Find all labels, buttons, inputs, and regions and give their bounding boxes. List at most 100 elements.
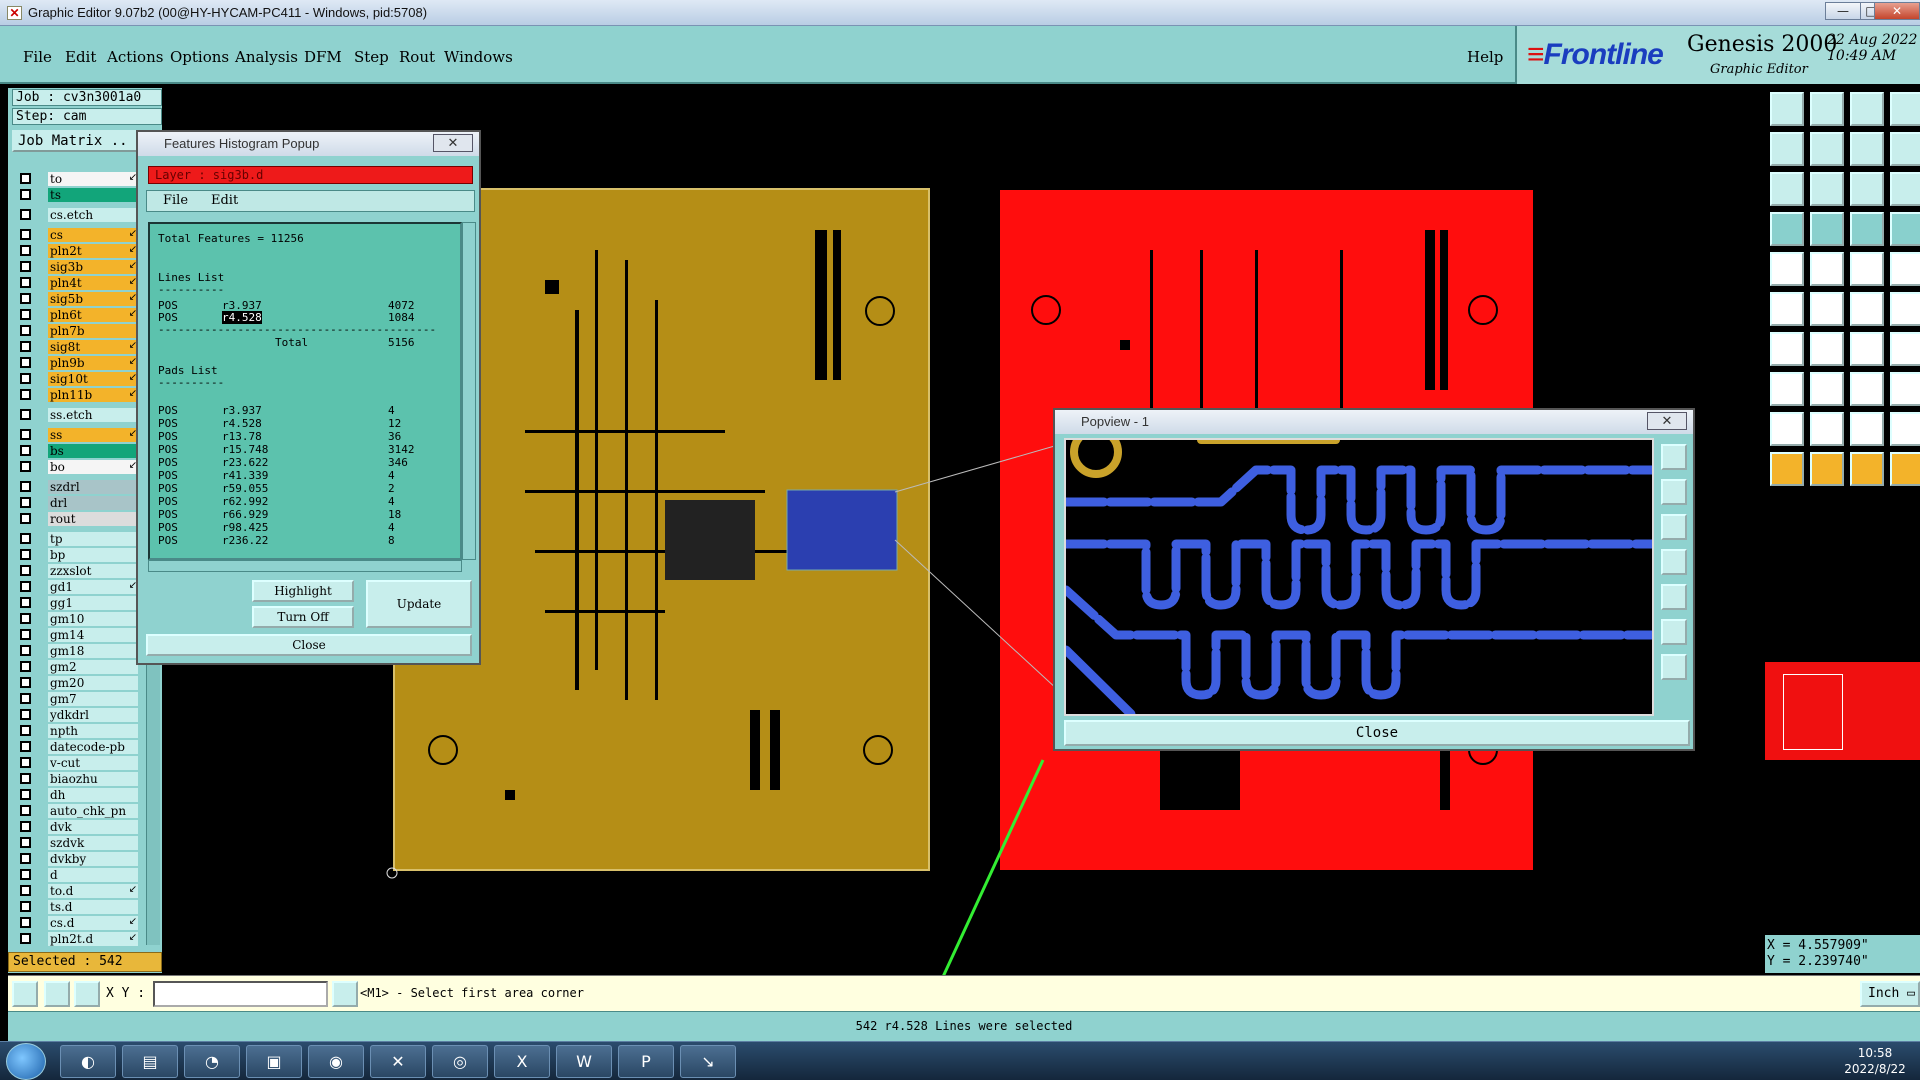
taskbar-app-save-icon[interactable]: ▣ [246, 1045, 302, 1078]
layer-checkbox[interactable] [20, 917, 31, 928]
layer-checkbox[interactable] [20, 461, 31, 472]
tool-one-to-one-icon[interactable] [1850, 172, 1884, 206]
layer-checkbox[interactable] [20, 229, 31, 240]
turn-off-button[interactable]: Turn Off [252, 606, 354, 628]
layer-checkbox[interactable] [20, 581, 31, 592]
pad-row[interactable]: POS r98.425 4 [158, 521, 395, 534]
tool-triangle2-icon[interactable] [1810, 412, 1844, 446]
layer-checkbox[interactable] [20, 445, 31, 456]
layer-row[interactable]: gm7 [14, 692, 138, 706]
tool-angle-icon[interactable] [1770, 332, 1804, 366]
layer-row[interactable]: ydkdrl [14, 708, 138, 722]
start-button[interactable] [6, 1043, 46, 1080]
layer-checkbox[interactable] [20, 773, 31, 784]
layer-checkbox[interactable] [20, 933, 31, 944]
layer-row[interactable]: biaozhu [14, 772, 138, 786]
layer-checkbox[interactable] [20, 549, 31, 560]
tool-measure-icon[interactable] [1770, 212, 1804, 246]
tool-pad-icon[interactable] [1890, 252, 1920, 286]
layer-checkbox[interactable] [20, 677, 31, 688]
layer-row[interactable]: pln4t ↙ [14, 276, 138, 290]
layer-checkbox[interactable] [20, 173, 31, 184]
pad-row[interactable]: POS r15.748 3142 [158, 443, 415, 456]
layer-checkbox[interactable] [20, 629, 31, 640]
layer-checkbox[interactable] [20, 189, 31, 200]
layer-row[interactable]: pln9b ↙ [14, 356, 138, 370]
tool-node-icon[interactable] [1770, 292, 1804, 326]
tool-zoom-home-icon[interactable] [1810, 172, 1844, 206]
layer-checkbox[interactable] [20, 497, 31, 508]
tool-help-icon[interactable] [1890, 172, 1920, 206]
tool-copy-icon[interactable] [1890, 372, 1920, 406]
layer-checkbox[interactable] [20, 821, 31, 832]
layer-checkbox[interactable] [20, 789, 31, 800]
tool-pointer4-icon[interactable] [1890, 452, 1920, 486]
layer-row[interactable]: sig3b ↙ [14, 260, 138, 274]
popview-tool-pan-left-icon[interactable] [1661, 549, 1687, 575]
pad-row[interactable]: POS r59.055 2 [158, 482, 395, 495]
grid-tool-icon[interactable] [74, 981, 100, 1007]
layer-row[interactable]: szdrl [14, 480, 138, 494]
unit-selector[interactable]: Inch ▭ [1860, 981, 1920, 1007]
overview-map[interactable] [1765, 662, 1920, 760]
layer-row[interactable]: pln7b [14, 324, 138, 338]
layer-row[interactable]: sig5b ↙ [14, 292, 138, 306]
tool-fill-icon[interactable] [1810, 252, 1844, 286]
histogram-hscroll[interactable] [148, 560, 462, 572]
layer-row[interactable]: d [14, 868, 138, 882]
tool-minus-icon[interactable] [1810, 372, 1844, 406]
layer-checkbox[interactable] [20, 741, 31, 752]
popview-tool-expand-icon[interactable] [1661, 619, 1687, 645]
layer-checkbox[interactable] [20, 565, 31, 576]
layer-row[interactable]: gd1 ↙ [14, 580, 138, 594]
layer-checkbox[interactable] [20, 513, 31, 524]
layer-checkbox[interactable] [20, 885, 31, 896]
layer-checkbox[interactable] [20, 309, 31, 320]
layer-checkbox[interactable] [20, 357, 31, 368]
tool-flip-icon[interactable] [1890, 332, 1920, 366]
xy-input[interactable] [153, 981, 328, 1007]
layer-row[interactable]: bp [14, 548, 138, 562]
tool-open-icon[interactable] [1770, 92, 1804, 126]
popview-close-x-button[interactable]: ✕ [1647, 412, 1687, 430]
layer-row[interactable]: gm14 [14, 628, 138, 642]
layer-checkbox[interactable] [20, 245, 31, 256]
pad-row[interactable]: POS r4.528 12 [158, 417, 401, 430]
tool-diagonal-icon[interactable] [1810, 332, 1844, 366]
update-button[interactable]: Update [366, 580, 472, 628]
layer-checkbox[interactable] [20, 869, 31, 880]
pad-row[interactable]: POS r66.929 18 [158, 508, 401, 521]
layer-checkbox[interactable] [20, 409, 31, 420]
layer-row[interactable]: pln2t ↙ [14, 244, 138, 258]
tool-step-forward-icon[interactable] [1810, 132, 1844, 166]
layer-row[interactable]: gm18 [14, 644, 138, 658]
layer-checkbox[interactable] [20, 481, 31, 492]
layer-row[interactable]: gm2 [14, 660, 138, 674]
layer-row[interactable]: v-cut [14, 756, 138, 770]
pad-row[interactable]: POS r23.622 346 [158, 456, 408, 469]
layer-row[interactable]: sig8t ↙ [14, 340, 138, 354]
layer-row[interactable]: to.d ↙ [14, 884, 138, 898]
layer-checkbox[interactable] [20, 261, 31, 272]
pad-row[interactable]: POS r3.937 4 [158, 404, 395, 417]
tool-net2-icon[interactable] [1890, 212, 1920, 246]
tool-grid-icon[interactable] [1810, 212, 1844, 246]
layer-row[interactable]: npth [14, 724, 138, 738]
layer-row[interactable]: pln6t ↙ [14, 308, 138, 322]
taskbar-app-viewer-icon[interactable]: ◉ [308, 1045, 364, 1078]
layer-row[interactable]: szdvk [14, 836, 138, 850]
layer-row[interactable]: bs [14, 444, 138, 458]
layer-checkbox[interactable] [20, 837, 31, 848]
taskbar-clock[interactable]: 10:58 2022/8/22 [1830, 1045, 1920, 1079]
histogram-close-button[interactable]: Close [146, 634, 472, 656]
histogram-close-x-button[interactable]: ✕ [433, 134, 473, 152]
layer-row[interactable]: ss.etch [14, 408, 138, 422]
taskbar-app-shell-icon[interactable]: ◐ [60, 1045, 116, 1078]
layer-row[interactable]: pln2t.d ↙ [14, 932, 138, 946]
job-matrix-button[interactable]: Job Matrix .. [12, 130, 144, 152]
layer-row[interactable]: dh [14, 788, 138, 802]
pad-row[interactable]: POS r62.992 4 [158, 495, 395, 508]
tool-link-icon[interactable] [1850, 292, 1884, 326]
layer-checkbox[interactable] [20, 901, 31, 912]
tool-triangle4-icon[interactable] [1890, 412, 1920, 446]
